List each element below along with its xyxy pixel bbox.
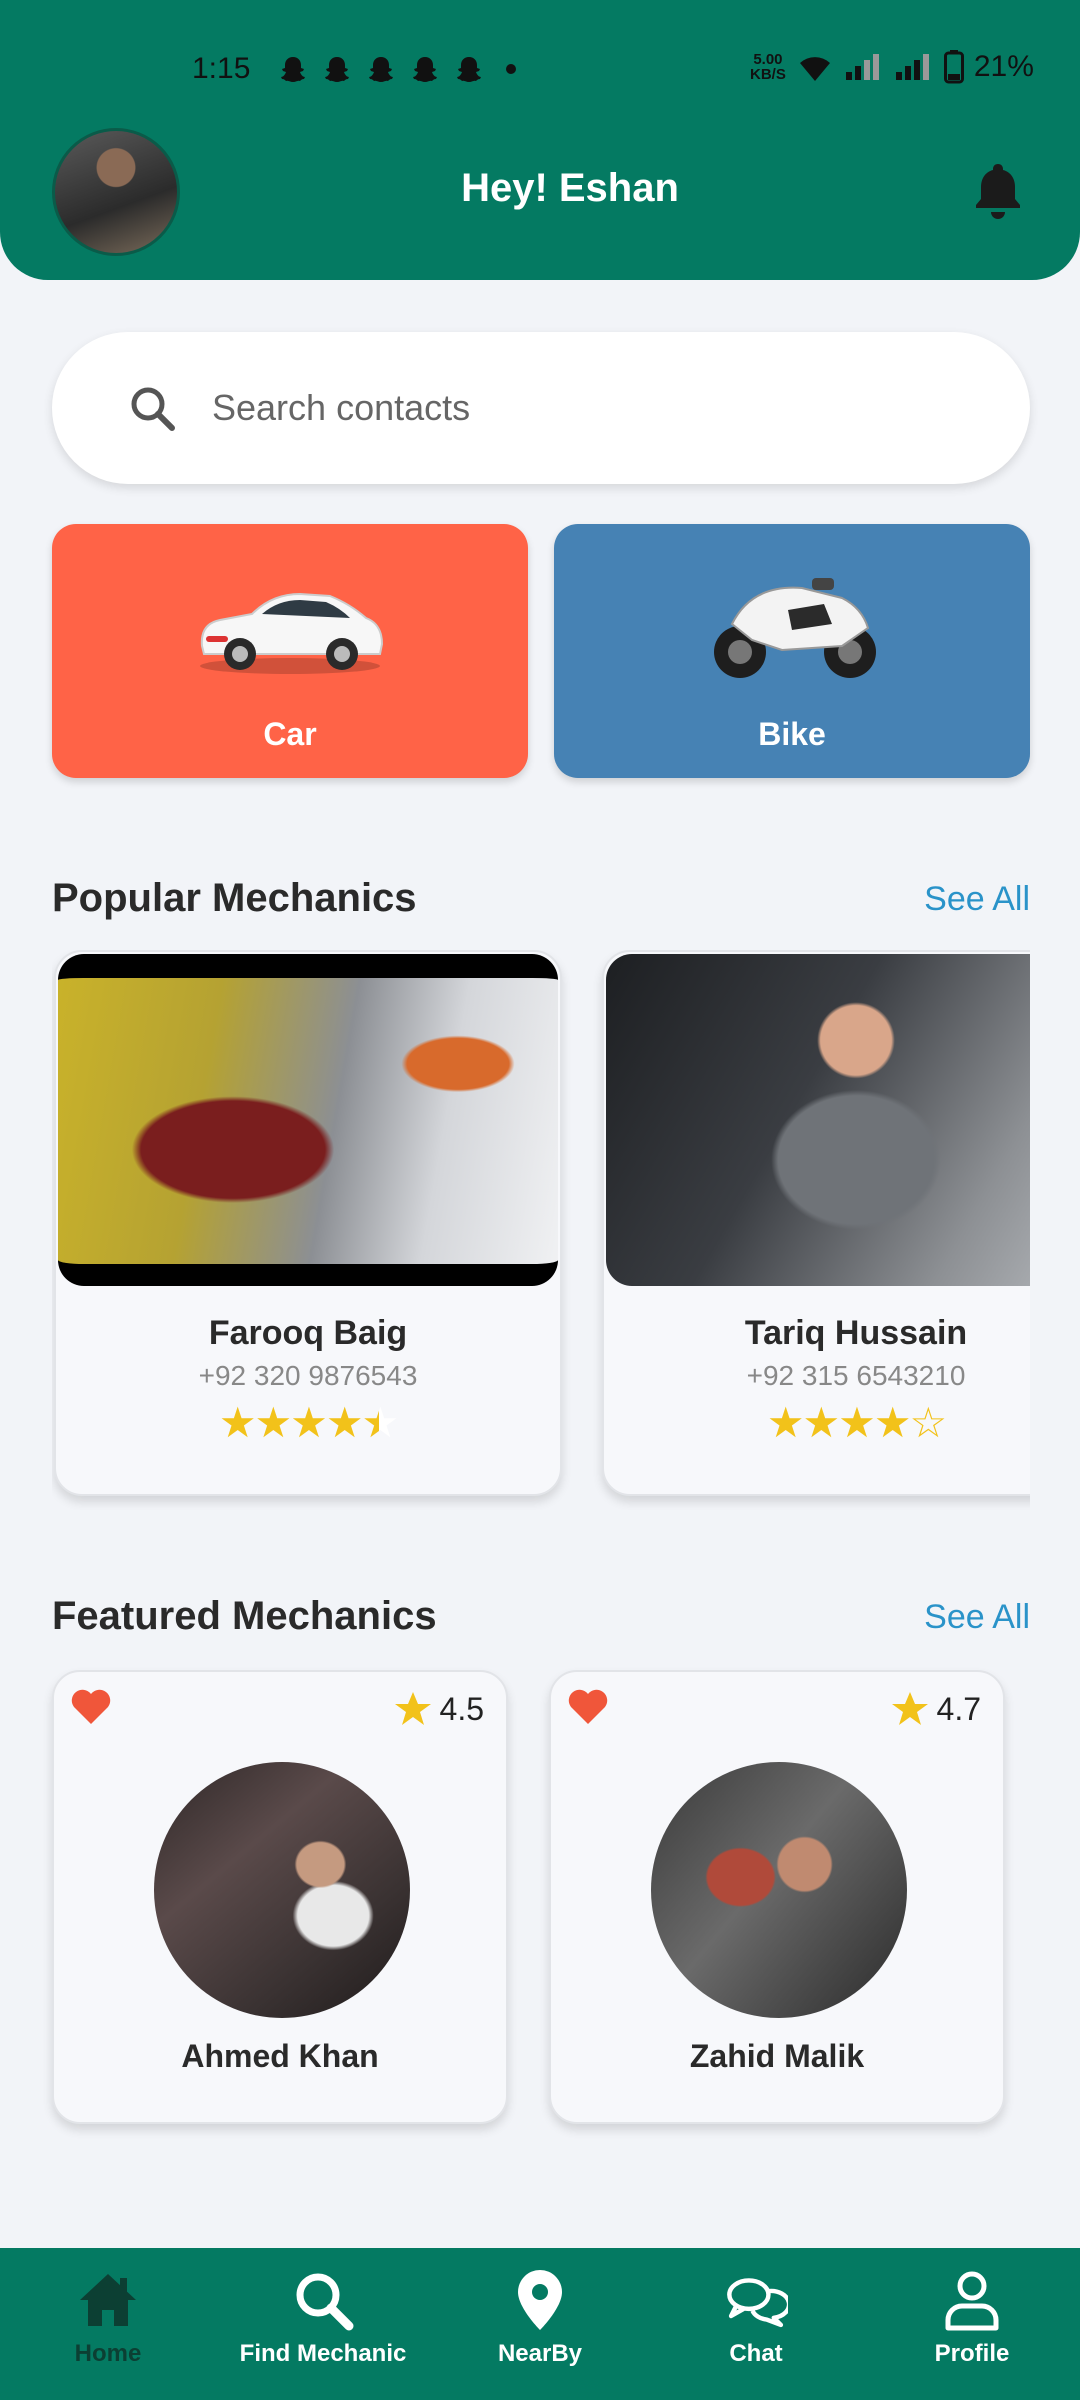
snapchat-icon [457, 57, 481, 82]
wifi-icon [799, 57, 830, 81]
popular-mechanics-title: Popular Mechanics [52, 876, 417, 920]
snapchat-icon [325, 57, 349, 82]
network-speed-unit: KB/S [750, 66, 786, 83]
star-icon: ★ [766, 1399, 805, 1446]
category-bike-button[interactable]: Bike [554, 524, 1030, 778]
empty-star-icon: ☆ [909, 1399, 947, 1446]
rating-value: 4.5 [439, 1690, 484, 1727]
nav-nearby[interactable]: NearBy [440, 2268, 640, 2368]
signal-icon-2 [895, 54, 929, 80]
battery-percent: 21% [973, 50, 1034, 83]
rating-value: 4.7 [936, 1690, 981, 1727]
home-icon [80, 2274, 136, 2326]
star-icon: ★ [290, 1399, 328, 1446]
mechanic-name: Farooq Baig [208, 1314, 408, 1352]
status-right: 5.00 KB/S 21% [750, 50, 1034, 84]
search-icon [131, 387, 175, 431]
network-speed-value: 5.00 [753, 51, 783, 68]
heart-icon[interactable] [567, 1688, 609, 1726]
nav-profile[interactable]: Profile [872, 2268, 1072, 2368]
star-icon: ★ [325, 1399, 364, 1446]
mechanic-name: Tariq Hussain [744, 1314, 968, 1352]
bell-icon[interactable] [970, 160, 1026, 220]
snapchat-icon [369, 57, 393, 82]
featured-mechanics-title: Featured Mechanics [52, 1594, 437, 1638]
category-bike-label: Bike [758, 716, 826, 752]
nav-home-label: Home [74, 2340, 142, 2367]
popular-mechanics-carousel[interactable]: Farooq Baig +92 320 9876543 ★★★★★ Tariq … [52, 950, 1030, 1510]
category-car-button[interactable]: Car [52, 524, 528, 778]
more-notifications-dot [506, 64, 516, 74]
location-pin-icon [518, 2270, 562, 2330]
greeting-title: Hey! Eshan [461, 166, 679, 210]
nav-find-mechanic-label: Find Mechanic [239, 2340, 407, 2367]
chat-icon [727, 2278, 788, 2328]
star-icon: ★ [802, 1399, 841, 1446]
heart-icon[interactable] [70, 1688, 112, 1726]
notification-icons [278, 54, 516, 84]
network-speed: 5.00 KB/S [750, 52, 786, 82]
star-icon [394, 1692, 431, 1725]
category-car-label: Car [263, 716, 317, 752]
status-bar: 1:15 5.00 KB/S 21% [0, 44, 1080, 94]
bottom-navigation: Home Find Mechanic NearBy Chat Profile [0, 2248, 1080, 2400]
mechanic-photo [651, 1762, 907, 2018]
car-image [200, 592, 384, 674]
profile-icon [945, 2271, 999, 2331]
rating-stars: ★★★★☆ [604, 1398, 1030, 1447]
user-avatar[interactable] [52, 128, 180, 256]
mechanic-phone: +92 315 6543210 [746, 1360, 966, 1391]
popular-see-all-link[interactable]: See All [880, 880, 1030, 919]
mechanic-name: Zahid Malik [689, 2038, 865, 2074]
snapchat-icon [413, 57, 437, 82]
featured-mechanic-card[interactable]: 4.7 Zahid Malik [549, 1670, 1005, 2124]
star-icon [891, 1692, 928, 1725]
nav-chat[interactable]: Chat [656, 2268, 856, 2368]
nav-nearby-label: NearBy [497, 2340, 583, 2367]
featured-mechanic-card[interactable]: 4.5 Ahmed Khan [52, 1670, 508, 2124]
rating-stars: ★★★★★ [56, 1398, 560, 1447]
bike-image [714, 578, 876, 678]
app-header: 1:15 5.00 KB/S 21% Hey! Eshan [0, 0, 1080, 280]
mechanic-name: Ahmed Khan [181, 2038, 379, 2074]
search-icon [296, 2273, 354, 2331]
snapchat-icon [281, 57, 305, 82]
search-input[interactable] [212, 372, 972, 444]
rating-badge: 4.7 [891, 1690, 981, 1728]
star-icon: ★ [838, 1399, 876, 1446]
nav-home[interactable]: Home [8, 2268, 208, 2368]
half-star-icon: ★ [361, 1399, 399, 1446]
mechanic-photo [154, 1762, 410, 2018]
mechanic-phone: +92 320 9876543 [198, 1360, 418, 1391]
mechanic-photo [606, 954, 1030, 1286]
star-icon: ★ [254, 1399, 293, 1446]
star-icon: ★ [873, 1399, 912, 1446]
signal-icon [845, 54, 879, 80]
status-time: 1:15 [192, 52, 251, 85]
popular-mechanic-card[interactable]: Tariq Hussain +92 315 6543210 ★★★★☆ [602, 950, 1030, 1496]
featured-see-all-link[interactable]: See All [880, 1598, 1030, 1637]
nav-chat-label: Chat [729, 2340, 783, 2367]
nav-find-mechanic[interactable]: Find Mechanic [223, 2268, 423, 2368]
popular-mechanic-card[interactable]: Farooq Baig +92 320 9876543 ★★★★★ [54, 950, 562, 1496]
search-bar[interactable] [52, 332, 1030, 484]
mechanic-photo [58, 954, 558, 1286]
rating-badge: 4.5 [394, 1690, 484, 1728]
nav-profile-label: Profile [934, 2340, 1010, 2367]
battery-icon [943, 50, 964, 84]
star-icon: ★ [218, 1399, 257, 1446]
